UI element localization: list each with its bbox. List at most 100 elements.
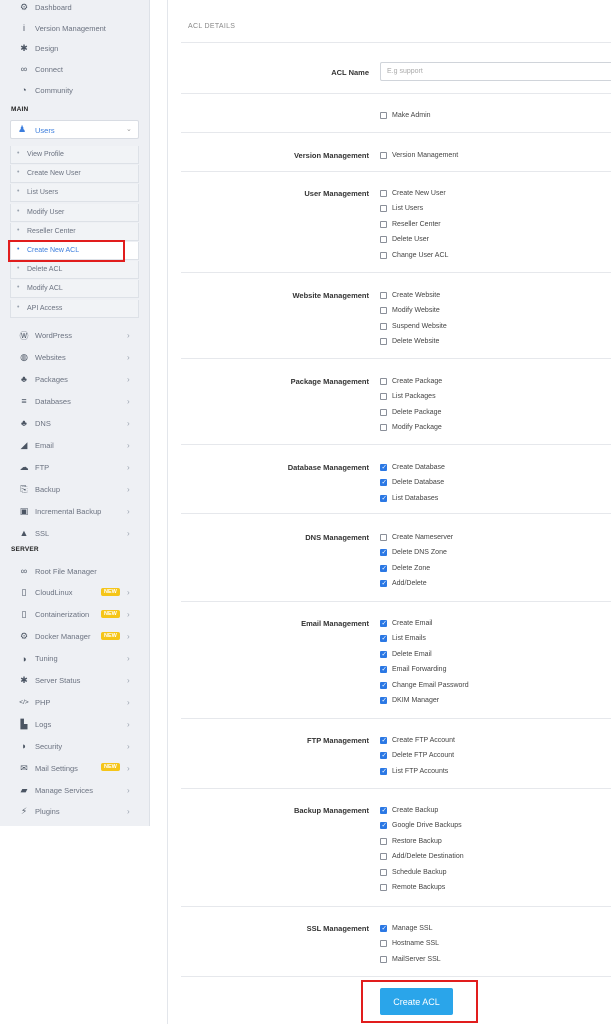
- checkbox-checked[interactable]: [380, 634, 387, 642]
- checkbox-checked[interactable]: [380, 650, 387, 658]
- checkbox-checked[interactable]: [380, 821, 387, 829]
- checkbox-checked[interactable]: [380, 494, 387, 502]
- submenu-item-delete-acl[interactable]: • Delete ACL: [10, 261, 139, 280]
- submenu-item-modify-acl[interactable]: • Modify ACL: [10, 280, 139, 299]
- checkbox-google-drive-backups[interactable]: Google Drive Backups: [380, 821, 462, 831]
- checkbox-create-package[interactable]: Create Package: [380, 376, 442, 386]
- checkbox-list-emails[interactable]: List Emails: [380, 634, 426, 644]
- checkbox-checked[interactable]: [380, 665, 387, 673]
- sidebar-item-websites[interactable]: ◍ Websites ›: [0, 348, 150, 366]
- checkbox-list-ftp-accounts[interactable]: List FTP Accounts: [380, 766, 448, 776]
- checkbox-add-delete-destination[interactable]: Add/Delete Destination: [380, 852, 464, 862]
- submenu-item-api-access[interactable]: • API Access: [10, 299, 139, 318]
- checkbox-manage-ssl[interactable]: Manage SSL: [380, 923, 432, 933]
- sidebar-item-email[interactable]: ◢ Email ›: [0, 436, 150, 454]
- sidebar-item-logs[interactable]: ▙ Logs ›: [0, 715, 150, 733]
- checkbox-list-databases[interactable]: List Databases: [380, 493, 438, 503]
- checkbox-add-delete[interactable]: Add/Delete: [380, 579, 427, 589]
- checkbox-list-packages[interactable]: List Packages: [380, 392, 436, 402]
- checkbox-unchecked[interactable]: [380, 236, 387, 243]
- checkbox-schedule-backup[interactable]: Schedule Backup: [380, 867, 446, 877]
- checkbox-unchecked[interactable]: [380, 291, 387, 299]
- sidebar-item-containerization[interactable]: ▯ Containerization NEW ›: [0, 606, 150, 624]
- checkbox-modify-package[interactable]: Modify Package: [380, 423, 442, 433]
- checkbox-hostname-ssl[interactable]: Hostname SSL: [380, 939, 439, 949]
- checkbox-create-website[interactable]: Create Website: [380, 290, 440, 300]
- checkbox-unchecked[interactable]: [380, 111, 387, 119]
- checkbox-unchecked[interactable]: [380, 884, 387, 891]
- sidebar-item-tuning[interactable]: ◑ Tuning ›: [0, 650, 150, 668]
- checkbox-unchecked[interactable]: [380, 251, 387, 259]
- create-acl-button[interactable]: Create ACL: [380, 988, 453, 1015]
- sidebar-item-users[interactable]: ♟ Users ⌄: [10, 120, 139, 139]
- sidebar-item-version-management[interactable]: i Version Management: [0, 19, 150, 37]
- checkbox-suspend-website[interactable]: Suspend Website: [380, 321, 447, 331]
- sidebar-item-plugins[interactable]: ⚡ Plugins ›: [0, 803, 150, 821]
- checkbox-unchecked[interactable]: [380, 533, 387, 541]
- checkbox-checked[interactable]: [380, 681, 387, 689]
- checkbox-checked[interactable]: [380, 619, 387, 627]
- checkbox-create-email[interactable]: Create Email: [380, 618, 432, 628]
- checkbox-unchecked[interactable]: [380, 220, 387, 228]
- sidebar-item-incremental-backup[interactable]: ▣ Incremental Backup ›: [0, 502, 150, 520]
- checkbox-remote-backups[interactable]: Remote Backups: [380, 883, 445, 893]
- checkbox-checked[interactable]: [380, 548, 387, 556]
- checkbox-delete-package[interactable]: Delete Package: [380, 407, 441, 417]
- submenu-item-create-new-acl[interactable]: • Create New ACL: [10, 242, 139, 260]
- checkbox-checked[interactable]: [380, 924, 387, 932]
- checkbox-unchecked[interactable]: [380, 837, 387, 845]
- checkbox-delete-zone[interactable]: Delete Zone: [380, 563, 430, 573]
- checkbox-unchecked[interactable]: [380, 338, 387, 345]
- checkbox-checked[interactable]: [380, 478, 387, 486]
- sidebar-item-security[interactable]: ◗ Security ›: [0, 737, 150, 755]
- checkbox-checked[interactable]: [380, 463, 387, 471]
- checkbox-checked[interactable]: [380, 806, 387, 814]
- sidebar-item-ssl[interactable]: ▲ SSL ›: [0, 524, 150, 542]
- checkbox-unchecked[interactable]: [380, 955, 387, 963]
- sidebar-item-databases[interactable]: ≡ Databases ›: [0, 392, 150, 410]
- checkbox-checked[interactable]: [380, 751, 387, 759]
- sidebar-item-design[interactable]: ✱ Design: [0, 39, 150, 57]
- checkbox-unchecked[interactable]: [380, 322, 387, 330]
- checkbox-unchecked[interactable]: [380, 205, 387, 212]
- checkbox-email-forwarding[interactable]: Email Forwarding: [380, 665, 446, 675]
- checkbox-change-email-password[interactable]: Change Email Password: [380, 680, 469, 690]
- checkbox-checked[interactable]: [380, 767, 387, 775]
- sidebar-item-mail-settings[interactable]: ✉ Mail Settings NEW ›: [0, 759, 150, 777]
- sidebar-item-php[interactable]: </> PHP ›: [0, 693, 150, 711]
- checkbox-modify-website[interactable]: Modify Website: [380, 306, 440, 316]
- sidebar-item-backup[interactable]: ⎘ Backup ›: [0, 480, 150, 498]
- checkbox-create-nameserver[interactable]: Create Nameserver: [380, 532, 453, 542]
- sidebar-item-packages[interactable]: ♣ Packages ›: [0, 370, 150, 388]
- sidebar-item-community[interactable]: ◔ Community: [0, 81, 150, 99]
- checkbox-mailserver-ssl[interactable]: MailServer SSL: [380, 954, 441, 964]
- checkbox-checked[interactable]: [380, 564, 387, 572]
- submenu-item-reseller-center[interactable]: • Reseller Center: [10, 222, 139, 241]
- sidebar-item-root-file-manager[interactable]: ∞ Root File Manager: [0, 562, 150, 580]
- checkbox-create-ftp-account[interactable]: Create FTP Account: [380, 735, 455, 745]
- checkbox-create-database[interactable]: Create Database: [380, 462, 445, 472]
- checkbox-delete-database[interactable]: Delete Database: [380, 478, 444, 488]
- checkbox-unchecked[interactable]: [380, 151, 387, 159]
- sidebar-item-dns[interactable]: ♣ DNS ›: [0, 414, 150, 432]
- submenu-item-modify-user[interactable]: • Modify User: [10, 203, 139, 222]
- sidebar-item-cloudlinux[interactable]: ▯ CloudLinux NEW ›: [0, 584, 150, 602]
- checkbox-reseller-center[interactable]: Reseller Center: [380, 219, 441, 229]
- checkbox-delete-ftp-account[interactable]: Delete FTP Account: [380, 751, 454, 761]
- checkbox-version-management[interactable]: Version Management: [380, 150, 458, 160]
- checkbox-dkim-manager[interactable]: DKIM Manager: [380, 696, 439, 706]
- acl-name-input[interactable]: [380, 62, 611, 81]
- checkbox-delete-dns-zone[interactable]: Delete DNS Zone: [380, 548, 447, 558]
- checkbox-unchecked[interactable]: [380, 393, 387, 400]
- checkbox-unchecked[interactable]: [380, 424, 387, 431]
- checkbox-delete-user[interactable]: Delete User: [380, 235, 429, 245]
- sidebar-item-dashboard[interactable]: ⚙ Dashboard: [0, 0, 150, 16]
- checkbox-unchecked[interactable]: [380, 408, 387, 416]
- checkbox-checked[interactable]: [380, 736, 387, 744]
- sidebar-item-docker-manager[interactable]: ⚙ Docker Manager NEW ›: [0, 628, 150, 646]
- submenu-item-list-users[interactable]: • List Users: [10, 184, 139, 203]
- checkbox-unchecked[interactable]: [380, 940, 387, 947]
- checkbox-unchecked[interactable]: [380, 868, 387, 876]
- checkbox-create-new-user[interactable]: Create New User: [380, 188, 446, 198]
- sidebar-item-connect[interactable]: ∞ Connect: [0, 60, 150, 78]
